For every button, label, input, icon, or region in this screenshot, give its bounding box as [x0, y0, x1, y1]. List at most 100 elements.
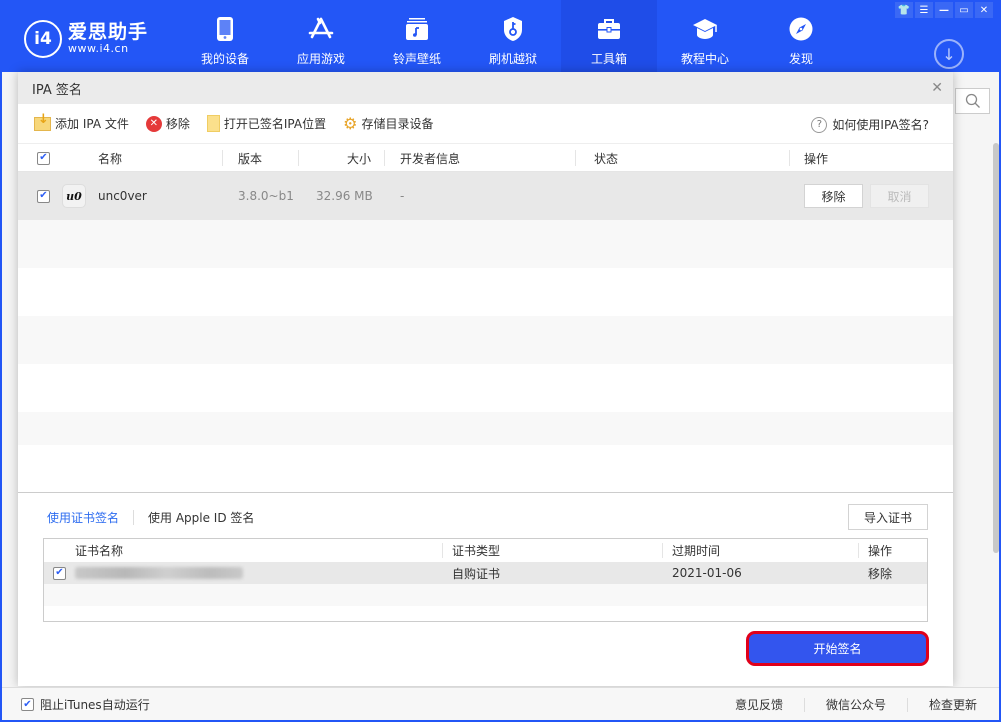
nav-tutorials[interactable]: 教程中心 — [657, 0, 753, 72]
cert-remove-link[interactable]: 移除 — [868, 562, 892, 584]
nav-apps-games[interactable]: 应用游戏 — [273, 0, 369, 72]
import-cert-button[interactable]: 导入证书 — [848, 504, 928, 530]
nav-discover[interactable]: 发现 — [753, 0, 849, 72]
cert-row[interactable]: ✔ 自购证书 2021-01-06 移除 — [44, 562, 927, 584]
empty-row — [18, 364, 953, 412]
cert-table-header: 证书名称 证书类型 过期时间 操作 — [44, 539, 927, 562]
ipa-table-header: ✔ 名称 版本 大小 开发者信息 状态 操作 — [18, 144, 953, 172]
nav-label: 应用游戏 — [296, 52, 345, 66]
toolbox-icon — [596, 16, 622, 42]
help-link[interactable]: ? 如何使用IPA签名? — [811, 116, 929, 133]
table-row[interactable]: ✔ u0 unc0ver 3.8.0~b1 32.96 MB - 移除 取消 — [18, 172, 953, 220]
nav-toolbox[interactable]: 工具箱 — [561, 0, 657, 72]
empty-row — [44, 584, 927, 606]
app-developer: - — [400, 189, 405, 203]
wechat-link[interactable]: 微信公众号 — [826, 696, 886, 713]
nav-label: 工具箱 — [590, 52, 627, 66]
storage-settings-button[interactable]: ⚙ 存储目录设备 — [343, 115, 433, 132]
logo-mark: i4 — [24, 20, 62, 58]
tab-apple-id-sign[interactable]: 使用 Apple ID 签名 — [148, 509, 254, 526]
help-icon: ? — [811, 116, 828, 133]
app-store-icon — [308, 16, 334, 42]
col-developer[interactable]: 开发者信息 — [400, 144, 460, 172]
cert-type: 自购证书 — [452, 566, 501, 581]
cert-name-blurred — [75, 567, 243, 579]
menu-icon[interactable]: ☰ — [915, 2, 933, 18]
col-expire: 过期时间 — [672, 544, 721, 558]
col-version[interactable]: 版本 — [238, 144, 262, 172]
remove-icon: ✕ — [145, 115, 162, 132]
start-sign-button[interactable]: 开始签名 — [746, 631, 929, 666]
row-remove-button[interactable]: 移除 — [804, 184, 863, 208]
nav-label: 刷机越狱 — [488, 52, 537, 66]
remove-label: 移除 — [165, 117, 190, 131]
close-icon[interactable]: ✕ — [975, 2, 993, 18]
empty-row — [18, 268, 953, 316]
folder-icon — [206, 115, 220, 132]
add-ipa-label: 添加 IPA 文件 — [55, 117, 129, 131]
col-cert-action: 操作 — [868, 544, 893, 558]
empty-row — [18, 220, 953, 268]
skin-icon[interactable]: 👕 — [895, 2, 913, 18]
col-size[interactable]: 大小 — [347, 144, 371, 172]
logo-name: 爱思助手 — [68, 21, 149, 43]
col-action[interactable]: 操作 — [804, 144, 828, 172]
storage-label: 存储目录设备 — [361, 117, 434, 131]
col-status[interactable]: 状态 — [594, 144, 618, 172]
nav-label: 教程中心 — [680, 52, 729, 66]
background-scrollbar[interactable] — [993, 143, 999, 553]
open-signed-location-button[interactable]: 打开已签名IPA位置 — [206, 115, 327, 132]
maximize-icon[interactable]: ▭ — [955, 2, 973, 18]
ipa-sign-dialog: IPA 签名 ✕ 添加 IPA 文件 ✕ 移除 打开已签名IPA位置 ⚙ 存储目… — [18, 72, 953, 686]
nav-label: 发现 — [788, 52, 813, 66]
nav-flash-jailbreak[interactable]: 刷机越狱 — [465, 0, 561, 72]
sign-method-tabs: 使用证书签名 使用 Apple ID 签名 — [47, 509, 254, 526]
window-controls: 👕 ☰ — ▭ ✕ — [895, 2, 993, 18]
nav-label: 铃声壁纸 — [392, 52, 441, 66]
app-icon: u0 — [62, 184, 86, 208]
cert-row-checkbox[interactable]: ✔ — [53, 566, 66, 580]
remove-button[interactable]: ✕ 移除 — [145, 115, 190, 132]
tab-cert-sign[interactable]: 使用证书签名 — [47, 509, 119, 526]
open-location-label: 打开已签名IPA位置 — [223, 117, 327, 131]
col-cert-type: 证书类型 — [452, 544, 501, 558]
help-label: 如何使用IPA签名? — [832, 118, 929, 132]
row-checkbox[interactable]: ✔ — [37, 189, 50, 203]
feedback-link[interactable]: 意见反馈 — [735, 696, 783, 713]
empty-row — [18, 412, 953, 445]
cert-expire: 2021-01-06 — [672, 566, 742, 580]
app-size: 32.96 MB — [316, 189, 373, 203]
select-all-checkbox[interactable]: ✔ — [37, 151, 50, 165]
check-update-link[interactable]: 检查更新 — [929, 696, 977, 713]
shield-key-icon — [500, 16, 526, 42]
row-cancel-button[interactable]: 取消 — [870, 184, 929, 208]
gear-icon: ⚙ — [343, 113, 358, 133]
status-links: 意见反馈 微信公众号 检查更新 — [735, 696, 977, 713]
dialog-toolbar: 添加 IPA 文件 ✕ 移除 打开已签名IPA位置 ⚙ 存储目录设备 ? 如何使… — [18, 104, 953, 144]
nav-my-device[interactable]: 我的设备 — [177, 0, 273, 72]
app-version: 3.8.0~b1 — [238, 189, 294, 203]
col-cert-name: 证书名称 — [75, 544, 124, 558]
section-divider — [18, 492, 953, 493]
minimize-icon[interactable]: — — [935, 2, 953, 18]
status-bar: ✔ 阻止iTunes自动运行 意见反馈 微信公众号 检查更新 — [2, 687, 999, 720]
empty-row — [18, 316, 953, 364]
col-name[interactable]: 名称 — [98, 144, 122, 172]
dialog-title-bar: IPA 签名 ✕ — [18, 72, 953, 104]
dialog-close-icon[interactable]: ✕ — [931, 80, 943, 96]
download-icon[interactable]: ↓ — [934, 39, 964, 69]
dialog-title: IPA 签名 — [32, 82, 82, 98]
main-nav: 我的设备 应用游戏 铃声壁纸 刷机越狱 工具箱 教程中心 发现 — [177, 0, 849, 72]
search-icon[interactable] — [955, 88, 990, 114]
logo-url: www.i4.cn — [68, 42, 129, 55]
ipa-table-body: ✔ u0 unc0ver 3.8.0~b1 32.96 MB - 移除 取消 — [18, 172, 953, 445]
top-bar: i4 爱思助手 www.i4.cn 我的设备 应用游戏 铃声壁纸 刷机越狱 工具… — [0, 0, 1001, 72]
block-itunes-checkbox[interactable]: ✔ — [21, 698, 34, 711]
nav-label: 我的设备 — [200, 52, 249, 66]
music-folder-icon — [404, 16, 430, 42]
nav-ringtones-wallpapers[interactable]: 铃声壁纸 — [369, 0, 465, 72]
app-name: unc0ver — [98, 189, 147, 203]
block-itunes-toggle[interactable]: ✔ 阻止iTunes自动运行 — [21, 696, 150, 713]
add-ipa-button[interactable]: 添加 IPA 文件 — [34, 112, 129, 132]
compass-icon — [788, 16, 814, 42]
